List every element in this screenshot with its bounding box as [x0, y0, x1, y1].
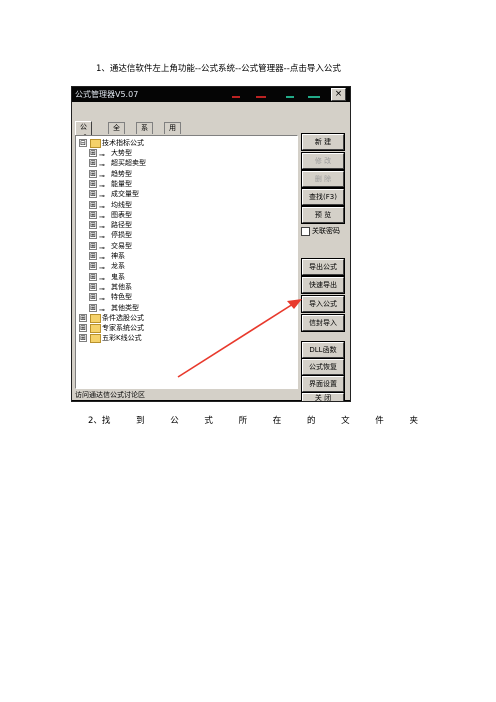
step-2-instruction: 2、找 到 公 式 所 在 的 文 件 夹 — [88, 414, 418, 426]
step-2-char: 文 — [341, 416, 350, 426]
step-2-char: 的 — [306, 416, 316, 426]
step-2-char: 夹 — [409, 416, 418, 426]
step-2-char: 在 — [272, 416, 282, 426]
step-2-char: 公 — [170, 416, 179, 426]
step-2-char: 件 — [375, 416, 384, 426]
step-2-char: 所 — [238, 416, 248, 426]
red-arrow-annotation — [177, 299, 302, 378]
step-2-char: 式 — [204, 416, 213, 426]
step-2-char: 2、找 — [88, 416, 111, 426]
step-2-char: 到 — [136, 416, 145, 426]
